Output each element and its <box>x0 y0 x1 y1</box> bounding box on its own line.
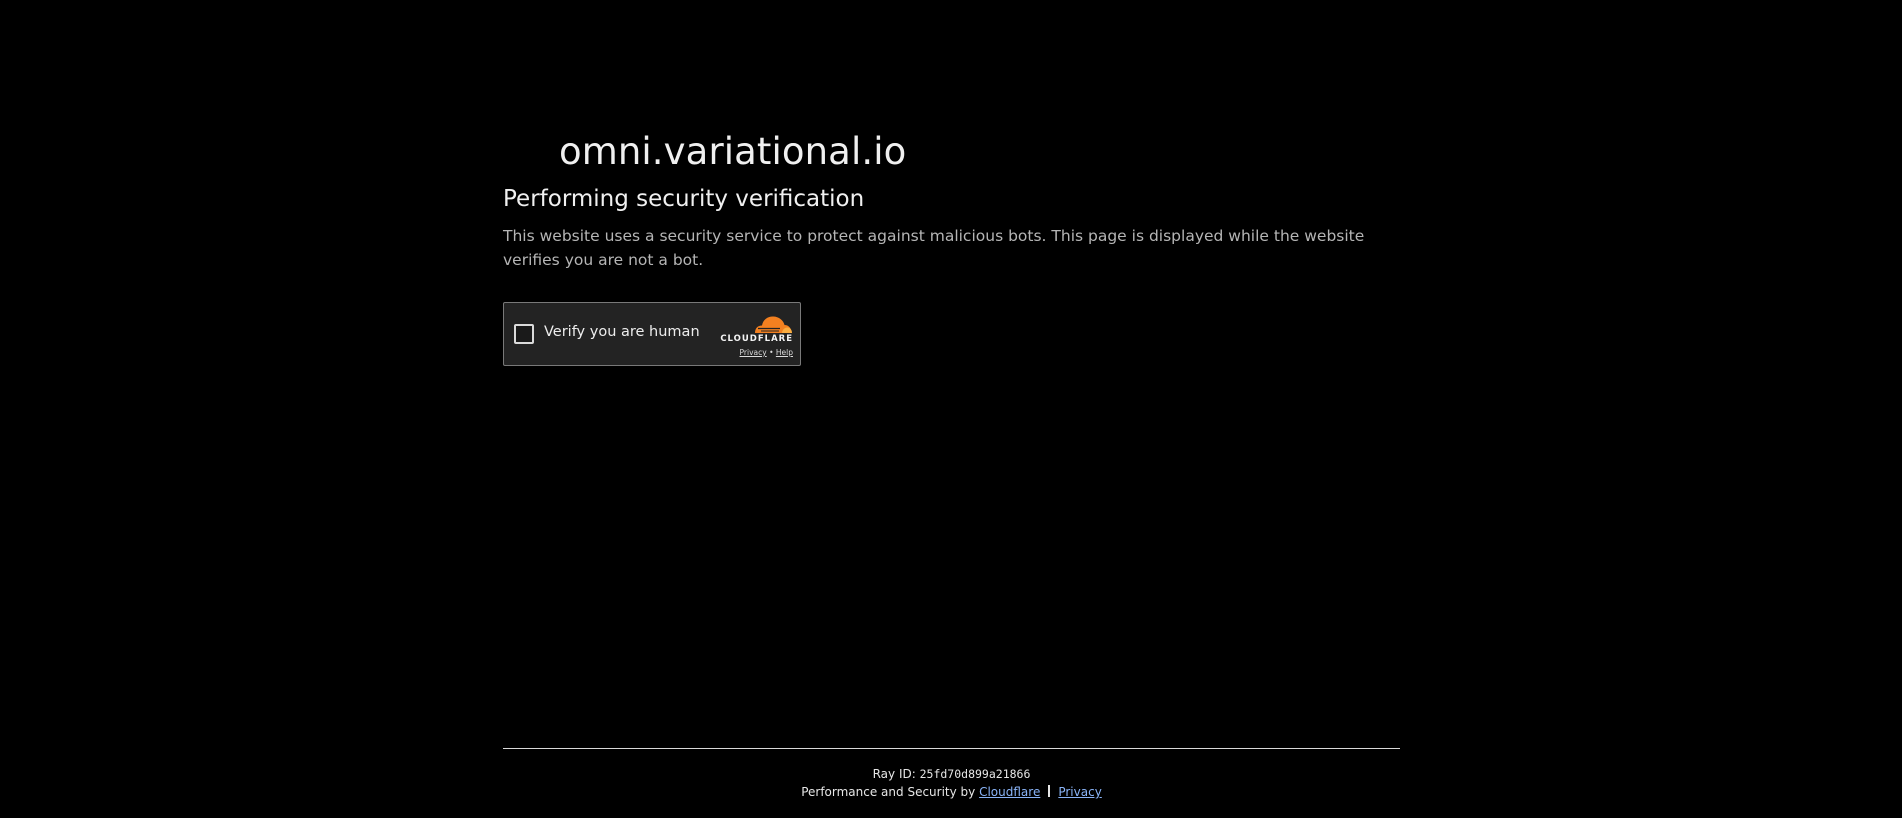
widget-privacy-link[interactable]: Privacy <box>740 348 767 357</box>
footer-separator <box>1048 785 1051 797</box>
ray-id-line: Ray ID: 25fd70d899a21866 <box>503 765 1400 783</box>
performance-line: Performance and Security by Cloudflare Pr… <box>503 783 1400 802</box>
footer-divider <box>503 748 1400 749</box>
performance-text: Performance and Security by <box>801 785 976 799</box>
ray-id-value: 25fd70d899a21866 <box>919 767 1031 781</box>
footer-privacy-link[interactable]: Privacy <box>1058 785 1101 799</box>
footer: Ray ID: 25fd70d899a21866 Performance and… <box>503 765 1400 802</box>
cloudflare-wordmark: CLOUDFLARE <box>720 334 793 344</box>
turnstile-widget: Verify you are human CLOUDFLARE Privacy … <box>503 302 801 366</box>
widget-link-separator: • <box>769 348 774 357</box>
ray-id-label: Ray ID: <box>872 767 916 781</box>
cloudflare-brand: CLOUDFLARE Privacy • Help <box>717 313 793 359</box>
verify-checkbox[interactable] <box>514 324 534 344</box>
page-heading: Performing security verification <box>503 186 865 212</box>
page-description: This website uses a security service to … <box>503 227 1365 269</box>
widget-help-link[interactable]: Help <box>776 348 793 357</box>
cloudflare-link[interactable]: Cloudflare <box>979 785 1040 799</box>
verify-label[interactable]: Verify you are human <box>544 324 700 340</box>
site-domain-title: omni.variational.io <box>559 130 907 173</box>
widget-links: Privacy • Help <box>740 348 793 357</box>
cloudflare-cloud-icon <box>755 316 792 333</box>
